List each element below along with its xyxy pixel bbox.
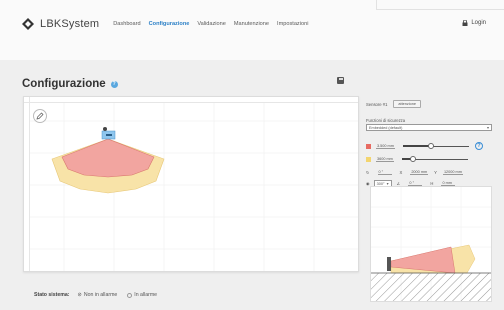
- page-title-text: Configurazione: [22, 78, 106, 90]
- login-label: Login: [471, 20, 486, 26]
- zone2-row: 3600 mm: [366, 156, 494, 162]
- status-option-alarm-label: In allarme: [134, 292, 158, 298]
- zone2-slider[interactable]: [401, 156, 468, 162]
- sensor-label: Sensore #1: [366, 101, 388, 107]
- check-icon: ⊘: [77, 292, 82, 298]
- x-axis-label: X: [399, 170, 403, 175]
- rotation-icon: ↻: [366, 170, 370, 175]
- warning-swatch: [366, 156, 371, 162]
- zone2-value[interactable]: 3600 mm: [376, 157, 394, 162]
- configuration-canvas[interactable]: [23, 96, 359, 272]
- page-title: Configurazione ?: [22, 78, 118, 90]
- x-value[interactable]: 2000 mm: [410, 170, 429, 175]
- angle-value[interactable]: 0 °: [377, 170, 392, 175]
- function-select-row: Embedded (default): [366, 124, 492, 131]
- y-axis-label: Y: [434, 170, 437, 175]
- logo-mark-icon: [22, 18, 34, 30]
- detection-field: [30, 103, 358, 271]
- nav-item-impostazioni[interactable]: Impostazioni: [277, 21, 308, 27]
- navbar: LBKSystem Dashboard Configurazione Valid…: [8, 12, 504, 36]
- status-option-ok-label: Non in allarme: [83, 292, 118, 298]
- position-row: ↻ 0 ° X 2000 mm Y 12000 mm: [366, 170, 494, 175]
- sensor-panel: Sensore #1 attenzione Funzioni di sicure…: [366, 96, 498, 310]
- save-icon[interactable]: [337, 77, 344, 84]
- danger-zone: [61, 138, 155, 178]
- sensor-button[interactable]: attenzione: [393, 100, 421, 108]
- nav-item-dashboard[interactable]: Dashboard: [113, 21, 140, 27]
- system-status: Stato sistema: ⊘ Non in allarme In allar…: [34, 292, 157, 298]
- status-label: Stato sistema:: [34, 292, 70, 298]
- login-button[interactable]: Login: [462, 20, 486, 26]
- danger-swatch: [366, 143, 371, 149]
- zone1-row: 3.500 mm ?: [366, 142, 494, 150]
- function-label: Funzioni di sicurezza: [366, 118, 406, 123]
- nav-item-configurazione[interactable]: Configurazione: [149, 21, 190, 27]
- side-sensor-icon: [387, 257, 391, 271]
- zone1-value[interactable]: 3.500 mm: [376, 144, 395, 149]
- lock-icon: [462, 20, 468, 26]
- ground-hatch: [371, 273, 491, 301]
- help-icon[interactable]: ?: [474, 142, 483, 150]
- nav-item-manutenzione[interactable]: Manutenzione: [234, 21, 269, 27]
- nav-item-validazione[interactable]: Validazione: [197, 21, 226, 27]
- y-value[interactable]: 12000 mm: [442, 170, 463, 175]
- zone1-slider[interactable]: [402, 143, 469, 149]
- side-view-preview: [370, 186, 492, 302]
- side-view-graphic: [371, 187, 491, 301]
- status-option-alarm[interactable]: In allarme: [127, 292, 157, 298]
- sensor-icon[interactable]: [101, 127, 116, 140]
- function-label-row: Funzioni di sicurezza: [366, 118, 405, 123]
- help-icon[interactable]: ?: [110, 80, 118, 88]
- corner-panel: [376, 0, 504, 10]
- edit-button[interactable]: [33, 109, 47, 123]
- brand-name: LBKSystem: [40, 18, 100, 30]
- nav-links: Dashboard Configurazione Validazione Man…: [113, 21, 316, 27]
- pencil-icon: [36, 112, 44, 120]
- status-option-ok[interactable]: ⊘ Non in allarme: [77, 292, 117, 298]
- radio-icon: [127, 292, 133, 298]
- sensor-row: Sensore #1 attenzione: [366, 100, 421, 108]
- function-select[interactable]: Embedded (default): [366, 124, 492, 131]
